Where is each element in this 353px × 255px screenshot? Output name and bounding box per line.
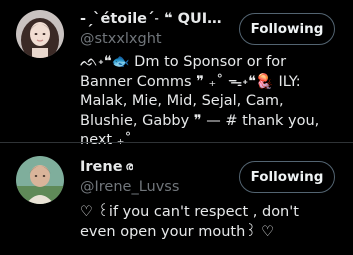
user-cell[interactable]: -ˏˋétoileˊ˗ ❝ QUICK ... @stxxlxght Follo… xyxy=(0,0,353,148)
name-badge: ര xyxy=(125,160,134,173)
following-button[interactable]: Following xyxy=(239,13,335,45)
display-name-text: Irene xyxy=(80,159,123,175)
user-cell[interactable]: Irene ര @Irene_Luvss Following ♡ ꒰if you … xyxy=(0,143,353,255)
avatar[interactable] xyxy=(16,10,64,58)
handle[interactable]: @Irene_Luvss xyxy=(80,178,179,196)
following-button[interactable]: Following xyxy=(239,161,335,193)
profile-photo-girl-icon xyxy=(16,10,64,58)
bio: ᨒ˖❝🐟 Dm to Sponsor or for Banner Comms ❞… xyxy=(80,54,320,148)
profile-photo-boy-icon xyxy=(16,156,64,204)
display-name[interactable]: -ˏˋétoileˊ˗ ❝ QUICK ... xyxy=(80,10,230,28)
bio: ♡ ꒰if you can't respect , don't even ope… xyxy=(80,204,299,240)
avatar[interactable] xyxy=(16,156,64,204)
handle[interactable]: @stxxlxght xyxy=(80,30,162,48)
display-name[interactable]: Irene ര xyxy=(80,158,133,176)
